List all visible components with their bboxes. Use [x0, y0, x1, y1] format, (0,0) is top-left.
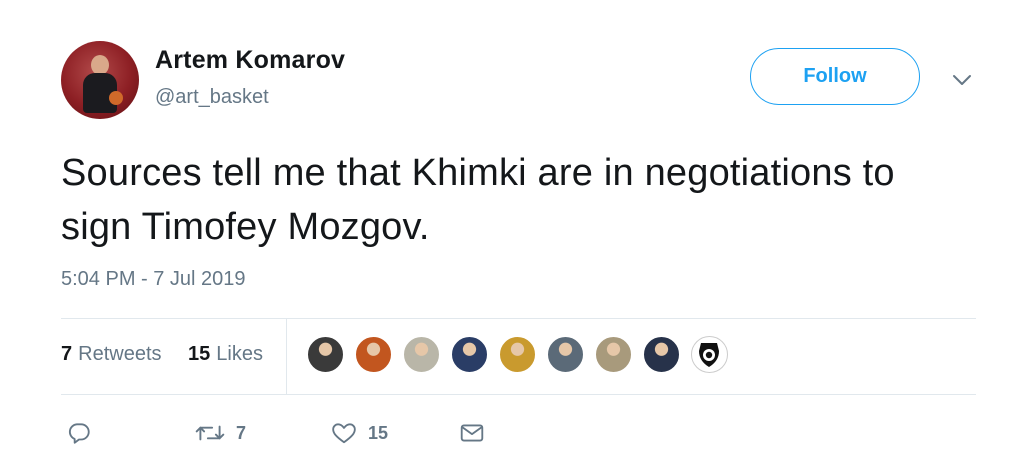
reply-icon	[68, 423, 90, 444]
liker-avatar-9[interactable]	[691, 336, 728, 373]
retweet-icon	[195, 425, 225, 441]
avatar-basketball	[109, 91, 123, 105]
tweet-text: Sources tell me that Khimki are in negot…	[61, 152, 895, 248]
retweets-stat[interactable]: 7 Retweets	[61, 343, 162, 366]
retweet-count: 7	[236, 422, 247, 443]
liker-avatar-2[interactable]	[355, 336, 392, 373]
heart-icon	[332, 423, 356, 444]
liker-avatar-1[interactable]	[307, 336, 344, 373]
tweet-card: Artem Komarov @art_basket Follow Sources…	[0, 0, 1024, 458]
liker-avatar-6[interactable]	[547, 336, 584, 373]
tweet-timestamp[interactable]: 5:04 PM - 7 Jul 2019	[61, 268, 246, 291]
likes-count: 15	[188, 343, 211, 365]
more-options-button[interactable]	[950, 68, 974, 92]
reply-button[interactable]	[66, 420, 92, 446]
author-name[interactable]: Artem Komarov	[155, 46, 345, 75]
liker-avatar-4[interactable]	[451, 336, 488, 373]
envelope-icon	[460, 424, 484, 442]
stats-separator	[286, 318, 287, 394]
retweets-count: 7	[61, 343, 73, 365]
likes-label: Likes	[216, 343, 263, 365]
avatar-head	[91, 55, 109, 75]
author-handle[interactable]: @art_basket	[155, 86, 269, 109]
divider-bottom	[61, 394, 976, 395]
like-count: 15	[368, 422, 389, 443]
chevron-down-icon	[953, 75, 971, 85]
liker-avatar-7[interactable]	[595, 336, 632, 373]
liker-avatar-5[interactable]	[499, 336, 536, 373]
follow-button[interactable]: Follow	[750, 48, 920, 105]
direct-message-button[interactable]	[458, 420, 486, 446]
like-button[interactable]: 15	[330, 420, 388, 446]
retweet-button[interactable]: 7	[194, 420, 246, 446]
liker-avatar-8[interactable]	[643, 336, 680, 373]
likes-stat[interactable]: 15 Likes	[188, 343, 263, 366]
divider-top	[61, 318, 976, 319]
shield-logo-icon	[699, 343, 719, 367]
liker-avatar-3[interactable]	[403, 336, 440, 373]
retweets-label: Retweets	[78, 343, 162, 365]
author-avatar[interactable]	[61, 41, 139, 119]
